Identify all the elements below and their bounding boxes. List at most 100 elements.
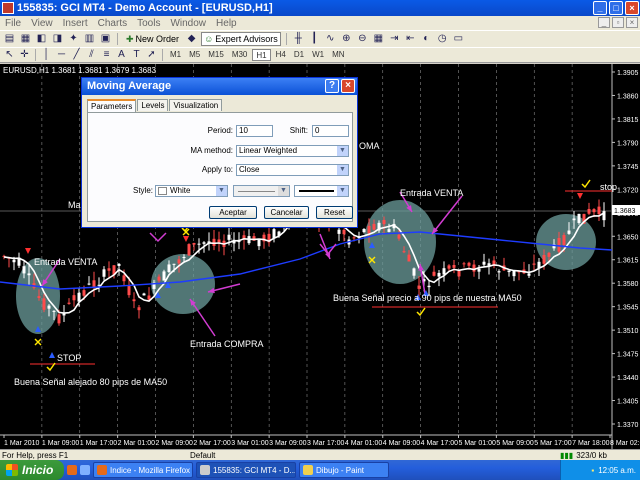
candle-body [557, 238, 561, 252]
vertical-line-icon[interactable]: │ [40, 49, 53, 61]
ma-method-select[interactable]: Linear Weighted ▼ [236, 145, 349, 157]
horizontal-line-icon[interactable]: ─ [55, 49, 68, 61]
timeframe-h4[interactable]: H4 [273, 49, 289, 61]
line-style-select[interactable]: ▼ [233, 185, 290, 197]
tab-parameters[interactable]: Parameters [87, 99, 137, 112]
apply-to-value: Close [239, 165, 260, 174]
channel-icon[interactable]: ⫽ [85, 49, 98, 61]
menu-charts[interactable]: Charts [93, 18, 132, 29]
child-restore-button[interactable]: ▫ [612, 17, 624, 28]
line-chart-icon[interactable]: ∿ [324, 33, 337, 45]
candle-body [362, 228, 366, 233]
start-button[interactable]: Inicio [0, 460, 64, 480]
menu-view[interactable]: View [26, 18, 58, 29]
new-chart-icon[interactable]: ▤ [3, 33, 16, 45]
minimize-button[interactable]: _ [593, 1, 607, 15]
close-button[interactable]: × [625, 1, 639, 15]
expert-advisors-button[interactable]: ☺ Expert Advisors [201, 32, 281, 46]
timeframe-m5[interactable]: M5 [186, 49, 203, 61]
cancel-button[interactable]: Cancelar [264, 206, 309, 219]
trendline-icon[interactable]: ╱ [70, 49, 83, 61]
market-watch-icon[interactable]: ◧ [35, 33, 48, 45]
candle-body [472, 264, 476, 272]
text-icon[interactable]: A [115, 49, 128, 61]
status-traffic: 323/0 kb [576, 450, 607, 460]
navigator-icon[interactable]: ✦ [67, 33, 80, 45]
label-icon[interactable]: T [130, 49, 143, 61]
timeframe-mn[interactable]: MN [329, 49, 347, 61]
menu-insert[interactable]: Insert [58, 18, 93, 29]
shift-input[interactable]: 0 [312, 125, 349, 137]
dialog-help-button[interactable]: ? [325, 79, 339, 93]
new-order-button[interactable]: ✚ New Order [123, 32, 182, 46]
dialog-close-button[interactable]: × [341, 79, 355, 93]
child-minimize-button[interactable]: _ [598, 17, 610, 28]
task-firefox[interactable]: Indice - Mozilla Firefox [93, 462, 193, 478]
time-tick-label: 3 Mar 17:00 [307, 440, 344, 447]
chart-shift-icon[interactable]: ⇤ [404, 33, 417, 45]
arrows-icon[interactable]: ➚ [145, 49, 158, 61]
metaeditor-icon[interactable]: ◆ [185, 33, 198, 45]
candle-body [132, 299, 136, 302]
tab-visualization[interactable]: Visualization [169, 99, 223, 111]
toolbar-separator [117, 33, 118, 45]
firefox-quicklaunch-icon[interactable] [67, 465, 77, 475]
period-input[interactable]: 10 [236, 125, 273, 137]
fibonacci-icon[interactable]: ≡ [100, 49, 113, 61]
connection-icon: ▮▮▮ [560, 450, 574, 460]
candle-body [212, 238, 216, 246]
menu-tools[interactable]: Tools [132, 18, 165, 29]
zoom-in-icon[interactable]: ⊕ [340, 33, 353, 45]
periods-icon[interactable]: ◷ [436, 33, 449, 45]
candle-body [452, 264, 456, 268]
color-swatch [158, 186, 167, 195]
line-width-select[interactable]: ▼ [294, 185, 349, 197]
dialog-title-bar[interactable]: Moving Average ? × [82, 78, 357, 95]
reset-button[interactable]: Reset [316, 206, 353, 219]
sell-arrow [183, 236, 189, 242]
zoom-out-icon[interactable]: ⊖ [356, 33, 369, 45]
candlestick-icon[interactable]: ┃ [308, 33, 321, 45]
task-paint[interactable]: Dibujo - Paint [299, 462, 389, 478]
cursor-icon[interactable]: ↖ [3, 49, 16, 61]
apply-to-select[interactable]: Close ▼ [236, 164, 349, 176]
templates-icon[interactable]: ▭ [452, 33, 465, 45]
candle-body [407, 254, 411, 262]
network-icon[interactable]: ▪ [591, 466, 594, 475]
candle-body [67, 302, 71, 304]
desktop-quicklaunch-icon[interactable] [80, 465, 90, 475]
data-window-icon[interactable]: ◨ [51, 33, 64, 45]
timeframe-m30[interactable]: M30 [229, 49, 251, 61]
menu-window[interactable]: Window [165, 18, 211, 29]
style-color-select[interactable]: White ▼ [155, 185, 228, 197]
candle-body [272, 229, 276, 239]
time-tick-label: 4 Mar 09:00 [383, 440, 420, 447]
chevron-down-icon: ▼ [337, 186, 348, 196]
tab-levels[interactable]: Levels [137, 99, 169, 111]
crosshair-icon[interactable]: ✛ [18, 49, 31, 61]
child-close-button[interactable]: × [626, 17, 638, 28]
timeframe-m1[interactable]: M1 [167, 49, 184, 61]
timeframe-d1[interactable]: D1 [291, 49, 307, 61]
ok-button[interactable]: Aceptar [209, 206, 257, 219]
title-bar: 155835: GCI MT4 - Demo Account - [EURUSD… [0, 0, 640, 16]
task-mt4[interactable]: 155835: GCI MT4 - D... [196, 462, 296, 478]
candle-body [192, 243, 196, 245]
timeframe-w1[interactable]: W1 [309, 49, 327, 61]
menu-file[interactable]: File [0, 18, 26, 29]
indicators-icon[interactable]: ◐ [420, 33, 433, 45]
autoscroll-icon[interactable]: ⇥ [388, 33, 401, 45]
candle-body [57, 314, 61, 324]
timeframe-h1[interactable]: H1 [252, 49, 271, 61]
style-label: Style: [132, 186, 153, 195]
maximize-button[interactable]: □ [609, 1, 623, 15]
tile-windows-icon[interactable]: ▦ [372, 33, 385, 45]
profiles-icon[interactable]: ▦ [19, 33, 32, 45]
timeframe-m15[interactable]: M15 [205, 49, 227, 61]
bar-chart-icon[interactable]: ╫ [292, 33, 305, 45]
candle-body [72, 295, 76, 301]
menu-help[interactable]: Help [211, 18, 242, 29]
terminal-icon[interactable]: ▥ [83, 33, 96, 45]
candle-body [257, 239, 261, 247]
strategy-tester-icon[interactable]: ▣ [99, 33, 112, 45]
